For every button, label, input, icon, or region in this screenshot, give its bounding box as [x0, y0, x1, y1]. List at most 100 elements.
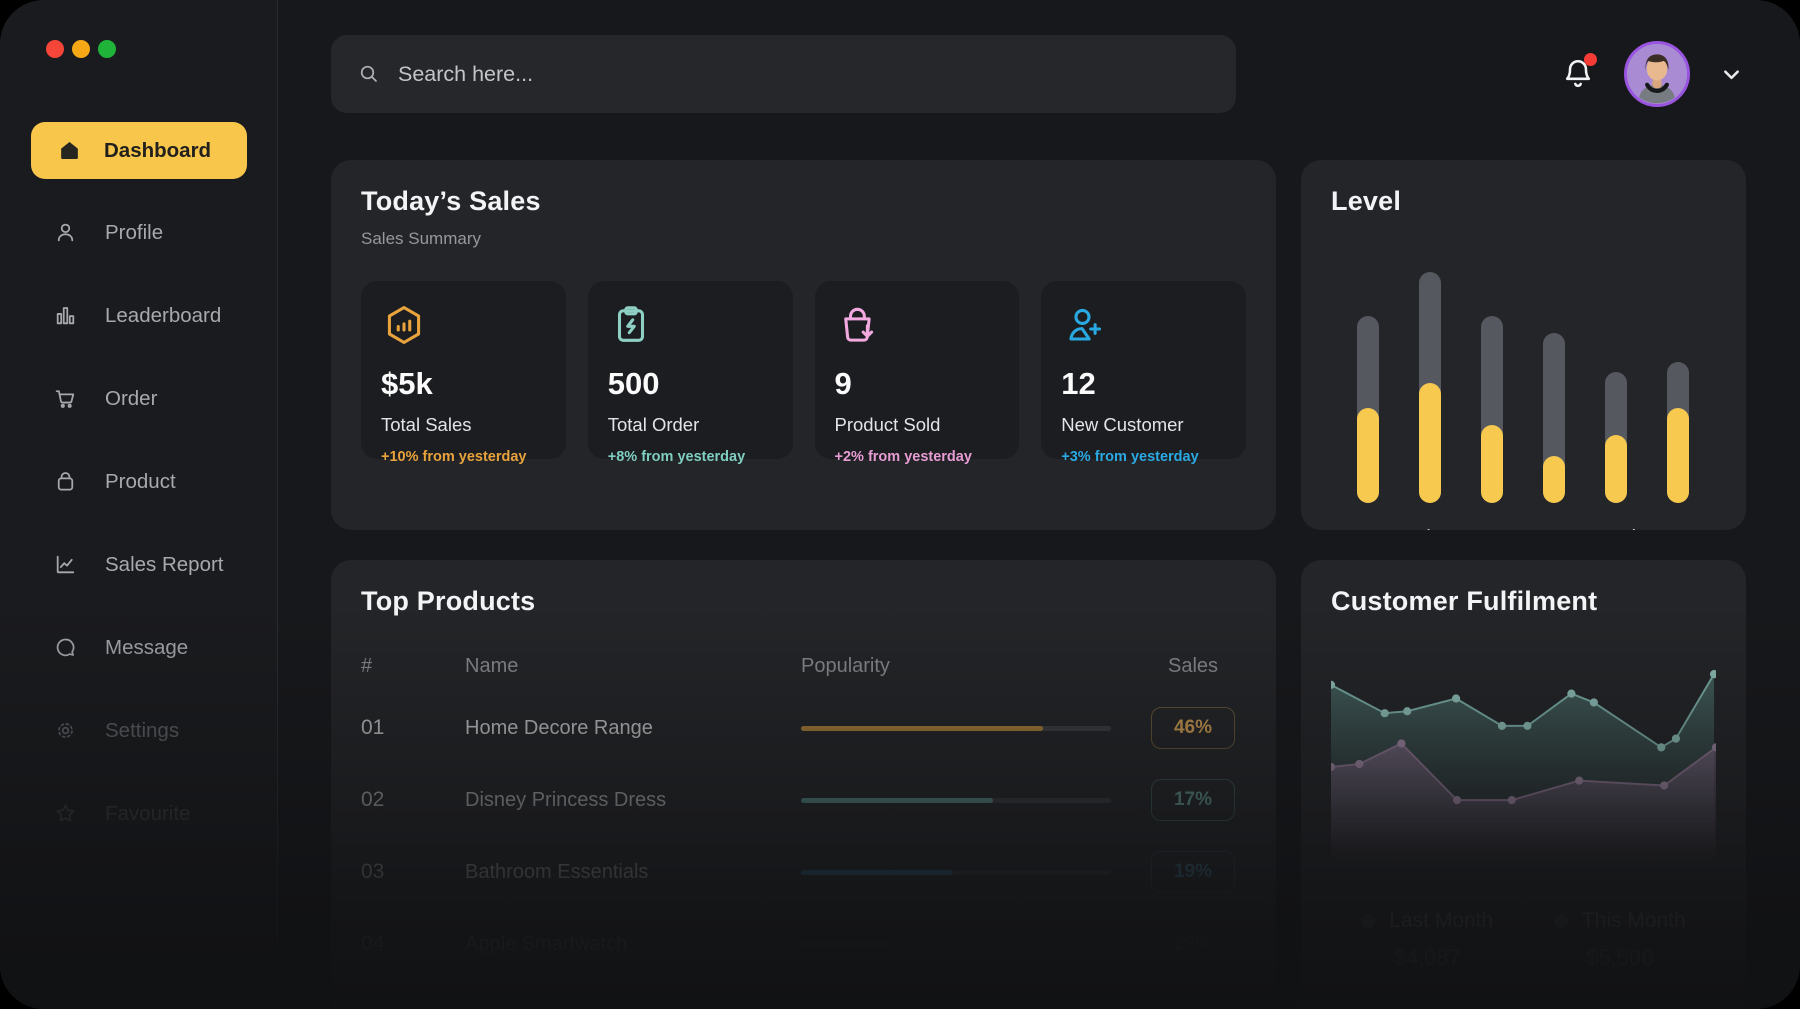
product-name: Bathroom Essentials: [465, 861, 785, 884]
stat-value: 9: [835, 366, 1000, 402]
sidebar-item-order[interactable]: Order: [31, 357, 246, 440]
clipboard-bolt-icon: [608, 302, 773, 348]
table-header: # Name Popularity Sales: [361, 655, 1246, 678]
user-icon: [52, 220, 78, 246]
stat-delta: +8% from yesterday: [608, 449, 773, 465]
sidebar-item-profile[interactable]: Profile: [31, 191, 246, 274]
todays-sales-card: Today’s Sales Sales Summary $5kTotal Sal…: [331, 160, 1276, 530]
data-point: [1523, 722, 1531, 730]
sidebar-item-label: Sales Report: [105, 553, 224, 577]
stat-card-new-customer: 12New Customer+3% from yesterday: [1041, 281, 1246, 459]
stat-card-total-order: 500Total Order+8% from yesterday: [588, 281, 793, 459]
minimize-window-button[interactable]: [72, 40, 90, 58]
data-point: [1508, 796, 1516, 804]
sidebar-nav: Dashboard ProfileLeaderboard Order Product S…: [31, 122, 246, 855]
volume-bar-segment: [1667, 408, 1689, 503]
legend-last-month: Last Month $4,087: [1331, 909, 1524, 971]
row-number: 01: [361, 716, 449, 740]
table-row: 03 Bathroom Essentials 19%: [361, 836, 1246, 908]
sales-stats: $5kTotal Sales+10% from yesterday 500 Tota…: [361, 281, 1246, 459]
level-bar-chart: [1331, 251, 1716, 503]
sidebar-item-settings[interactable]: Settings: [31, 689, 246, 772]
notification-bell[interactable]: [1560, 56, 1596, 92]
sidebar-item-sales-report[interactable]: Sales Report: [31, 523, 246, 606]
popularity-bar: [801, 942, 1111, 947]
volume-bar-segment: [1357, 408, 1379, 503]
stat-card-total-sales: $5kTotal Sales+10% from yesterday: [361, 281, 566, 459]
close-window-button[interactable]: [46, 40, 64, 58]
data-point: [1355, 760, 1363, 768]
chevron-down-icon[interactable]: [1718, 61, 1745, 88]
col-header-popularity: Popularity: [801, 655, 1124, 678]
app-window: Dashboard ProfileLeaderboard Order Product S…: [0, 0, 1800, 1009]
sidebar: Dashboard ProfileLeaderboard Order Product S…: [0, 0, 278, 1009]
sidebar-item-favourite[interactable]: Favourite: [31, 772, 246, 855]
level-card: Level VolumeService: [1301, 160, 1746, 530]
product-name: Home Decore Range: [465, 717, 785, 740]
legend-service: Service: [1529, 527, 1717, 530]
level-legend: Volume Service: [1331, 527, 1716, 530]
top-products-card: Top Products # Name Popularity Sales 01 H…: [331, 560, 1276, 1009]
table-row: 01Home Decore Range46%: [361, 692, 1246, 764]
user-avatar[interactable]: [1624, 41, 1690, 107]
legend-value: $4,087: [1394, 945, 1461, 971]
data-point: [1590, 698, 1598, 706]
legend-volume: Volume: [1331, 527, 1529, 530]
user-plus-icon: [1061, 302, 1226, 348]
col-header-name: Name: [465, 655, 785, 678]
fulfilment-area-chart: [1331, 645, 1716, 883]
hex-chart-icon: [381, 302, 546, 348]
sidebar-item-label: Order: [105, 387, 157, 411]
data-point: [1710, 670, 1716, 678]
search-icon: [357, 62, 381, 86]
popularity-bar-fill: [801, 870, 953, 875]
volume-bar-segment: [1481, 425, 1503, 503]
sidebar-item-label: Favourite: [105, 802, 190, 826]
legend-label: This Month: [1582, 909, 1686, 933]
main-area: Today’s Sales Sales Summary $5kTotal Sal…: [278, 0, 1800, 1009]
level-bar: [1481, 316, 1503, 503]
topbar-right: [1560, 41, 1745, 107]
product-name: Apple Smartwatch: [465, 933, 785, 956]
stat-value: 500: [608, 366, 773, 402]
data-point: [1660, 781, 1668, 789]
data-point: [1397, 739, 1405, 747]
customer-fulfilment-title: Customer Fulfilment: [1331, 586, 1716, 617]
row-number: 03: [361, 860, 449, 884]
notification-badge: [1584, 53, 1597, 66]
star-icon: [52, 801, 78, 827]
customer-fulfilment-card: Customer Fulfilment Last Month$4,087This: [1301, 560, 1746, 1009]
sidebar-item-label: Product: [105, 470, 176, 494]
level-bar: [1605, 372, 1627, 503]
sidebar-item-label: Message: [105, 636, 188, 660]
sidebar-item-leaderboard[interactable]: Leaderboard: [31, 274, 246, 357]
sidebar-item-dashboard[interactable]: Dashboard: [31, 122, 247, 179]
sales-badge: 29%: [1151, 923, 1235, 965]
legend-label: Last Month: [1389, 909, 1493, 933]
todays-sales-subtitle: Sales Summary: [361, 229, 1246, 249]
col-header-num: #: [361, 655, 449, 678]
sales-badge: 19%: [1151, 851, 1235, 893]
dashboard-content: Today’s Sales Sales Summary $5kTotal Sal…: [331, 160, 1745, 1009]
top-products-title: Top Products: [361, 586, 1246, 617]
search-input[interactable]: [396, 61, 1210, 88]
data-point: [1657, 743, 1665, 751]
row-number: 02: [361, 788, 449, 812]
product-name: Disney Princess Dress: [465, 789, 785, 812]
popularity-bar-fill: [801, 798, 993, 803]
level-bar: [1357, 316, 1379, 503]
table-body: 01Home Decore Range46%02Disney Princess …: [361, 692, 1246, 980]
chat-icon: [52, 635, 78, 661]
window-controls: [46, 40, 277, 58]
sidebar-item-product[interactable]: Product: [31, 440, 246, 523]
level-bar: [1543, 333, 1565, 503]
legend-label: Service: [1591, 527, 1658, 530]
table-row: 04Apple Smartwatch29%: [361, 908, 1246, 980]
sidebar-item-message[interactable]: Message: [31, 606, 246, 689]
stat-label: Total Order: [608, 414, 773, 436]
zoom-window-button[interactable]: [98, 40, 116, 58]
volume-bar-segment: [1605, 435, 1627, 503]
sidebar-item-label: Dashboard: [104, 139, 211, 163]
data-point: [1452, 694, 1460, 702]
search-bar[interactable]: [331, 35, 1236, 113]
